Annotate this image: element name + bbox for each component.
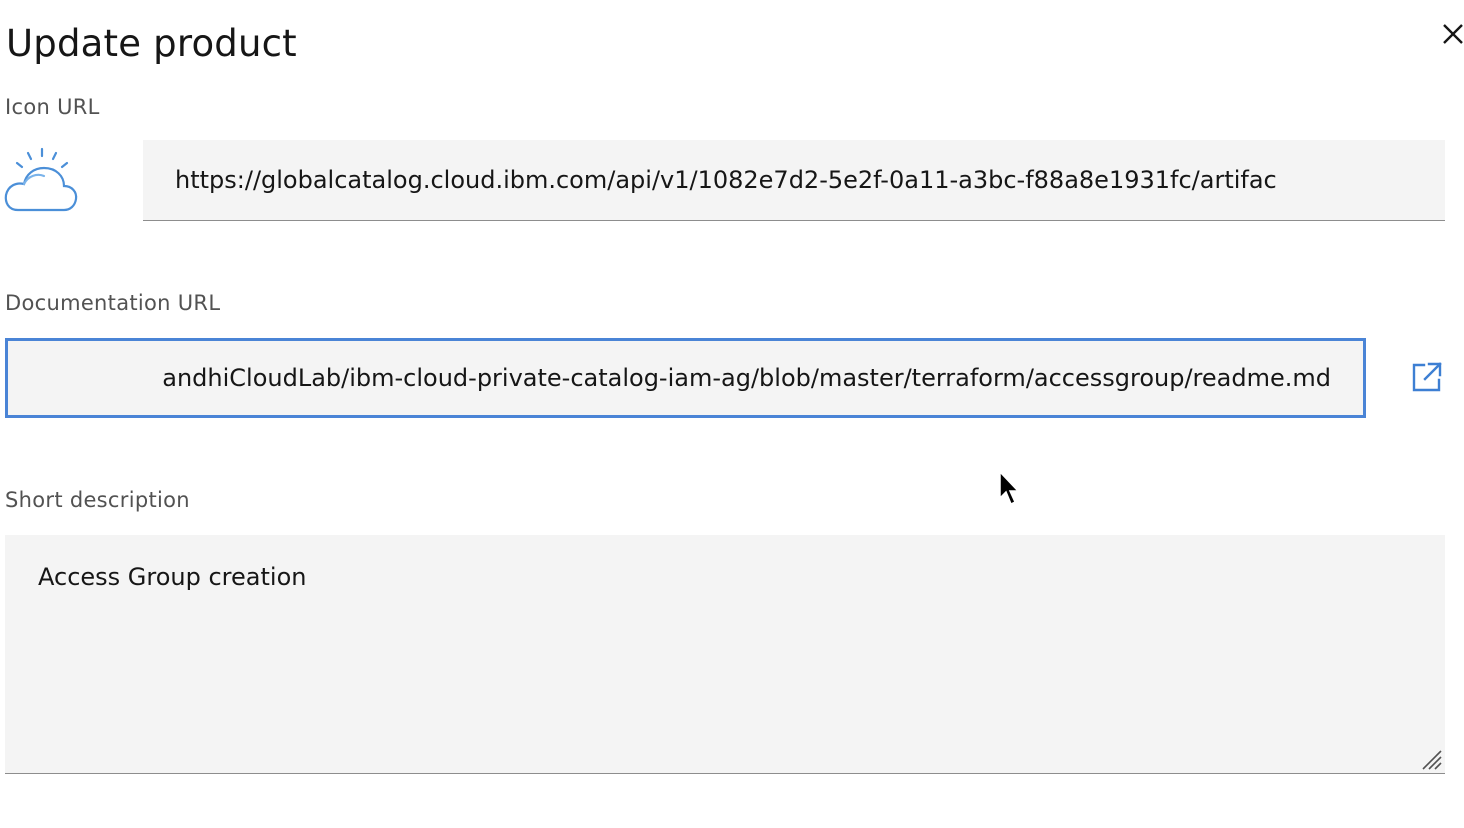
- ibm-cloud-logo-icon: [4, 147, 78, 212]
- close-icon: [1443, 24, 1463, 44]
- resize-handle-icon[interactable]: [1417, 745, 1443, 771]
- icon-url-value: https://globalcatalog.cloud.ibm.com/api/…: [175, 166, 1277, 194]
- documentation-url-value: andhiCloudLab/ibm-cloud-private-catalog-…: [162, 364, 1331, 392]
- update-product-dialog: Update product Icon URL https://globalca…: [0, 0, 1464, 828]
- icon-url-label: Icon URL: [5, 95, 100, 119]
- documentation-url-label: Documentation URL: [5, 291, 221, 315]
- short-description-textarea[interactable]: Access Group creation: [5, 535, 1445, 774]
- mouse-pointer-icon: [999, 470, 1020, 506]
- close-button[interactable]: [1440, 18, 1464, 50]
- short-description-value: Access Group creation: [38, 563, 307, 591]
- icon-url-input[interactable]: https://globalcatalog.cloud.ibm.com/api/…: [143, 140, 1445, 221]
- short-description-label: Short description: [5, 488, 190, 512]
- documentation-url-input[interactable]: andhiCloudLab/ibm-cloud-private-catalog-…: [5, 338, 1366, 418]
- dialog-title: Update product: [6, 22, 297, 65]
- external-link-icon[interactable]: [1410, 360, 1444, 394]
